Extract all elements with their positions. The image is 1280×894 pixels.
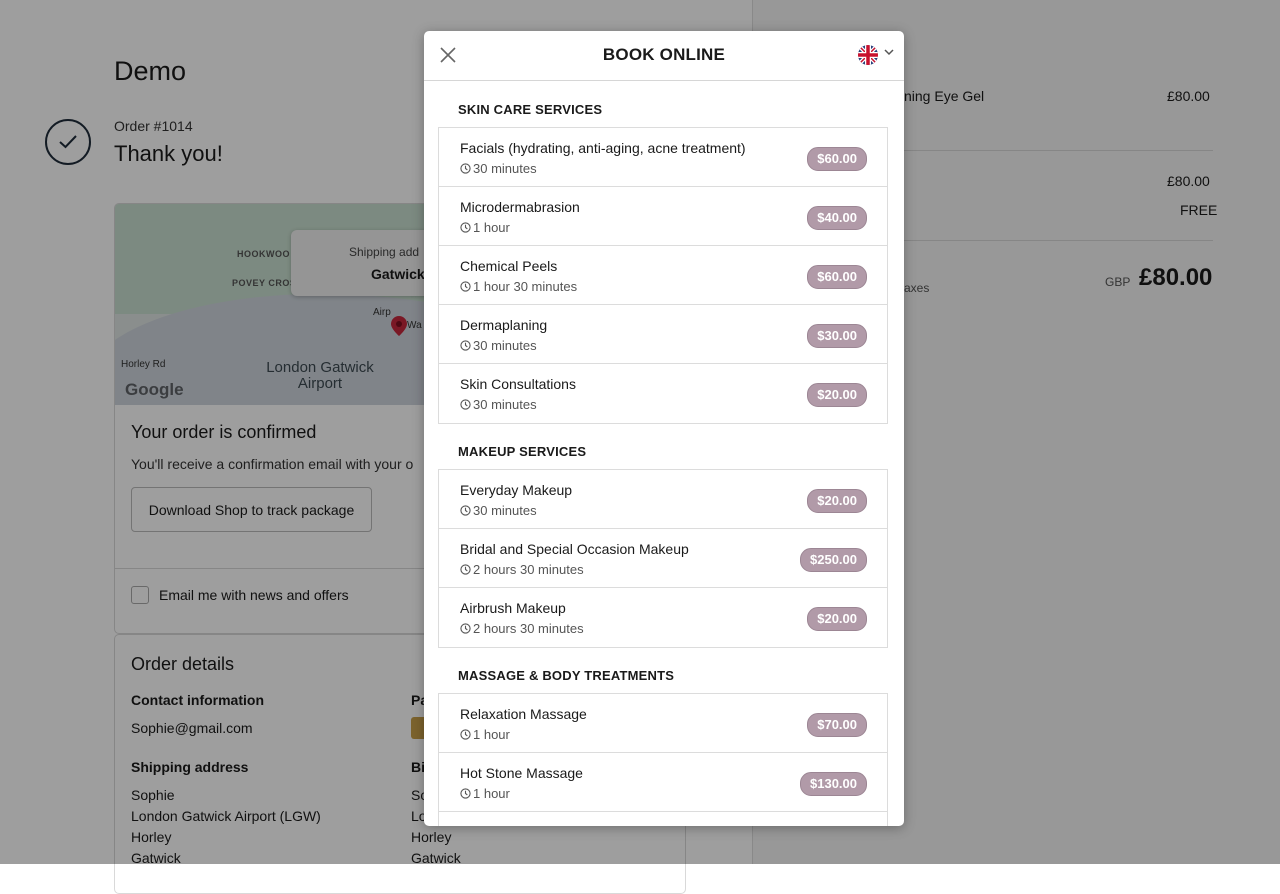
- service-name: Hot Stone Massage: [460, 765, 583, 781]
- service-item[interactable]: Hot Stone Massage 1 hour $130.00: [439, 753, 887, 812]
- service-group-skin-care: Facials (hydrating, anti-aging, acne tre…: [438, 127, 888, 424]
- service-duration: 2 hours 30 minutes: [460, 621, 584, 636]
- duration-text: 30 minutes: [473, 161, 537, 176]
- service-duration: 2 hours 30 minutes: [460, 562, 584, 577]
- duration-text: 30 minutes: [473, 503, 537, 518]
- duration-text: 1 hour 30 minutes: [473, 279, 578, 294]
- service-duration: 30 minutes: [460, 338, 537, 353]
- language-selector[interactable]: [858, 44, 896, 68]
- service-name: Chemical Peels: [460, 258, 558, 274]
- duration-text: 1 hour: [473, 220, 510, 235]
- service-item[interactable]: Chemical Peels 1 hour 30 minutes $60.00: [439, 246, 887, 305]
- service-duration: 1 hour: [460, 727, 510, 742]
- price-badge: $20.00: [807, 489, 867, 513]
- section-heading: MASSAGE & BODY TREATMENTS: [458, 668, 675, 683]
- price-badge: $60.00: [807, 265, 867, 289]
- duration-text: 1 hour: [473, 727, 510, 742]
- service-item[interactable]: Dermaplaning 30 minutes $30.00: [439, 305, 887, 364]
- service-group-makeup: Everyday Makeup 30 minutes $20.00 Bridal…: [438, 469, 888, 648]
- service-name: Bridal and Special Occasion Makeup: [460, 541, 689, 557]
- modal-title: BOOK ONLINE: [602, 45, 726, 64]
- services-list[interactable]: SKIN CARE SERVICES Facials (hydrating, a…: [424, 81, 904, 826]
- price-badge: $20.00: [807, 383, 867, 407]
- service-item[interactable]: Everyday Makeup 30 minutes $20.00: [439, 470, 887, 529]
- price-badge: $30.00: [807, 324, 867, 348]
- service-duration: 1 hour: [460, 220, 510, 235]
- duration-text: 2 hours 30 minutes: [473, 562, 584, 577]
- clock-icon: [460, 163, 471, 174]
- clock-icon: [460, 505, 471, 516]
- duration-text: 30 minutes: [473, 338, 537, 353]
- service-item[interactable]: Bridal and Special Occasion Makeup 2 hou…: [439, 529, 887, 588]
- service-name: Relaxation Massage: [460, 706, 587, 722]
- price-badge: $70.00: [807, 713, 867, 737]
- service-duration: 30 minutes: [460, 503, 537, 518]
- service-duration: 30 minutes: [460, 397, 537, 412]
- chevron-down-icon: [884, 49, 894, 56]
- modal-header: BOOK ONLINE: [424, 31, 904, 81]
- service-duration: 1 hour 30 minutes: [460, 279, 577, 294]
- service-item[interactable]: Relaxation Massage 1 hour $70.00: [439, 694, 887, 753]
- service-item-partial[interactable]: [439, 812, 887, 826]
- section-heading: SKIN CARE SERVICES: [458, 102, 603, 117]
- uk-flag-icon: [858, 45, 878, 65]
- duration-text: 2 hours 30 minutes: [473, 621, 584, 636]
- clock-icon: [460, 399, 471, 410]
- duration-text: 30 minutes: [473, 397, 537, 412]
- service-name: Airbrush Makeup: [460, 600, 566, 616]
- section-heading: MAKEUP SERVICES: [458, 444, 587, 459]
- clock-icon: [460, 340, 471, 351]
- service-item[interactable]: Facials (hydrating, anti-aging, acne tre…: [439, 128, 887, 187]
- book-online-modal: BOOK ONLINE SKIN CARE SERVICES Facials (…: [424, 31, 904, 826]
- service-item[interactable]: Microdermabrasion 1 hour $40.00: [439, 187, 887, 246]
- price-badge: $40.00: [807, 206, 867, 230]
- clock-icon: [460, 729, 471, 740]
- service-name: Facials (hydrating, anti-aging, acne tre…: [460, 140, 746, 156]
- clock-icon: [460, 623, 471, 634]
- clock-icon: [460, 788, 471, 799]
- service-name: Everyday Makeup: [460, 482, 573, 498]
- clock-icon: [460, 281, 471, 292]
- service-item[interactable]: Airbrush Makeup 2 hours 30 minutes $20.0…: [439, 588, 887, 647]
- price-badge: $250.00: [800, 548, 867, 572]
- service-duration: 30 minutes: [460, 161, 537, 176]
- price-badge: $130.00: [800, 772, 867, 796]
- clock-icon: [460, 222, 471, 233]
- service-item[interactable]: Skin Consultations 30 minutes $20.00: [439, 364, 887, 423]
- service-group-massage: Relaxation Massage 1 hour $70.00 Hot Sto…: [438, 693, 888, 826]
- clock-icon: [460, 564, 471, 575]
- service-name: Dermaplaning: [460, 317, 548, 333]
- duration-text: 1 hour: [473, 786, 510, 801]
- price-badge: $20.00: [807, 607, 867, 631]
- service-name: Microdermabrasion: [460, 199, 580, 215]
- service-name: Skin Consultations: [460, 376, 576, 392]
- price-badge: $60.00: [807, 147, 867, 171]
- service-duration: 1 hour: [460, 786, 510, 801]
